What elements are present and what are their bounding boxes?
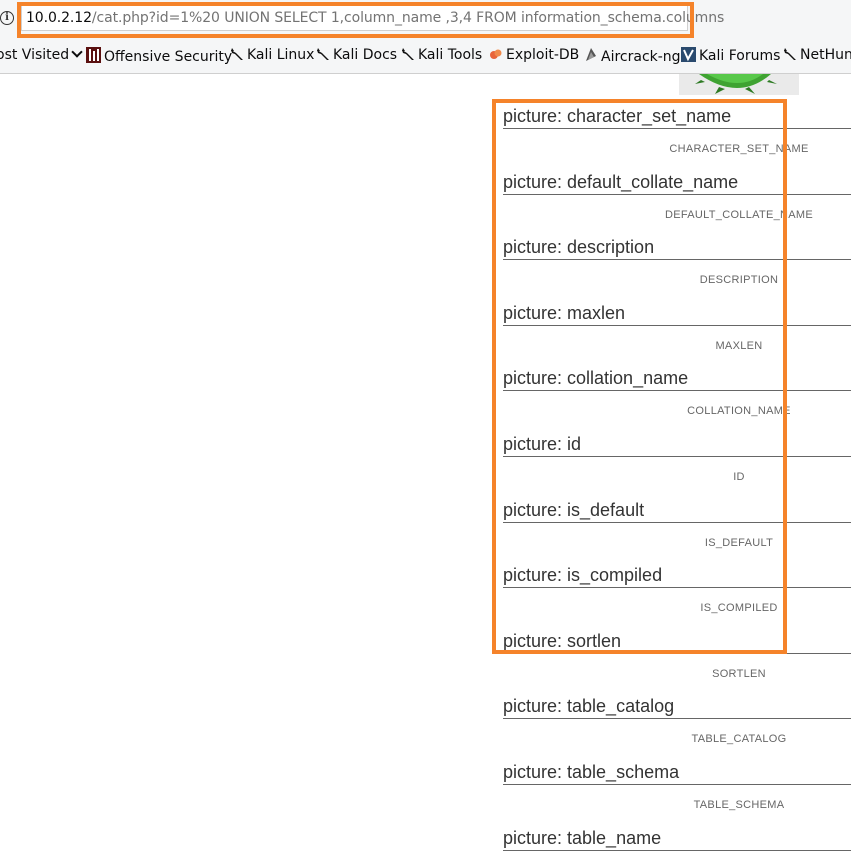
info-icon[interactable]: i: [0, 11, 14, 25]
picture-divider: [503, 325, 851, 326]
picture-divider: [503, 587, 851, 588]
url-text[interactable]: 10.0.2.12/cat.php?id=1%20 UNION SELECT 1…: [26, 10, 724, 26]
offsec-icon: [86, 47, 101, 63]
kali-dragon-icon: [784, 48, 796, 60]
kali-dragon-icon: [231, 48, 243, 60]
picture-caption: DEFAULT_COLLATE_NAME: [664, 209, 814, 221]
kali-forums-icon: [681, 47, 696, 62]
picture-title[interactable]: picture: character_set_name: [503, 106, 731, 127]
picture-divider: [503, 784, 851, 785]
bookmark-label: Kali Linux: [247, 47, 315, 63]
picture-title[interactable]: picture: collation_name: [503, 368, 688, 389]
picture-title[interactable]: picture: table_catalog: [503, 696, 674, 717]
picture-title[interactable]: picture: is_default: [503, 500, 644, 521]
exploit-db-icon: [490, 49, 502, 59]
picture-thumbnail[interactable]: [679, 74, 799, 95]
bookmark-label: ost Visited: [0, 47, 70, 63]
picture-title[interactable]: picture: default_collate_name: [503, 172, 738, 193]
bookmark-label: Kali Tools: [418, 47, 483, 63]
green-creature-image: [695, 74, 777, 94]
chevron-down-icon: [71, 46, 83, 58]
bookmark-kali-tools[interactable]: Kali Tools: [401, 47, 482, 63]
picture-caption: MAXLEN: [715, 340, 763, 352]
aircrack-icon: [586, 48, 596, 61]
kali-dragon-icon: [402, 48, 414, 60]
bookmark-kali-forums[interactable]: Kali Forums: [681, 47, 780, 64]
picture-title[interactable]: picture: table_schema: [503, 762, 679, 783]
picture-divider: [503, 522, 851, 523]
picture-divider: [503, 259, 851, 260]
picture-title[interactable]: picture: is_compiled: [503, 565, 662, 586]
picture-caption: TABLE_SCHEMA: [693, 799, 785, 811]
picture-caption: SORTLEN: [712, 668, 766, 680]
picture-divider: [503, 194, 851, 195]
picture-title[interactable]: picture: description: [503, 237, 654, 258]
bookmark-kali-linux[interactable]: Kali Linux: [230, 47, 314, 63]
url-path: /cat.php?id=1%20 UNION SELECT 1,column_n…: [91, 10, 725, 26]
picture-divider: [503, 456, 851, 457]
picture-caption: TABLE_CATALOG: [691, 733, 787, 745]
picture-divider: [503, 653, 851, 654]
picture-caption: COLLATION_NAME: [687, 405, 791, 417]
picture-caption: IS_DEFAULT: [704, 537, 774, 549]
picture-divider: [503, 390, 851, 391]
picture-divider: [503, 850, 851, 851]
picture-caption: IS_COMPILED: [700, 602, 778, 614]
picture-title[interactable]: picture: sortlen: [503, 631, 621, 652]
picture-title[interactable]: picture: table_name: [503, 828, 661, 849]
navigation-toolbar: i 10.0.2.12/cat.php?id=1%20 UNION SELECT…: [0, 0, 851, 38]
picture-caption: ID: [733, 471, 745, 483]
bookmark-label: Kali Docs: [333, 47, 398, 63]
url-host: 10.0.2.12: [26, 10, 92, 26]
picture-title[interactable]: picture: id: [503, 434, 581, 455]
bookmark-offensive-security[interactable]: Offensive Security: [86, 47, 232, 65]
bookmark-nethunter[interactable]: NetHun: [783, 47, 851, 63]
picture-title[interactable]: picture: maxlen: [503, 303, 625, 324]
bookmarks-toolbar: ost Visited Offensive Security Kali Linu…: [0, 38, 851, 74]
browser-window: i 10.0.2.12/cat.php?id=1%20 UNION SELECT…: [0, 0, 851, 852]
picture-divider: [503, 128, 851, 129]
bookmark-label: Offensive Security: [104, 49, 233, 65]
picture-caption: CHARACTER_SET_NAME: [669, 143, 809, 155]
bookmark-aircrack-ng[interactable]: Aircrack-ng: [584, 47, 681, 65]
bookmark-exploit-db[interactable]: Exploit-DB: [489, 47, 579, 63]
bookmark-label: Kali Forums: [699, 48, 781, 64]
picture-caption: DESCRIPTION: [699, 274, 779, 286]
picture-divider: [503, 718, 851, 719]
bookmark-label: Aircrack-ng: [601, 49, 681, 65]
bookmark-label: Exploit-DB: [506, 47, 580, 63]
kali-dragon-icon: [317, 48, 329, 60]
bookmark-label: NetHun: [800, 47, 851, 63]
bookmark-kali-docs[interactable]: Kali Docs: [316, 47, 397, 63]
bookmark-most-visited[interactable]: ost Visited: [0, 46, 83, 63]
